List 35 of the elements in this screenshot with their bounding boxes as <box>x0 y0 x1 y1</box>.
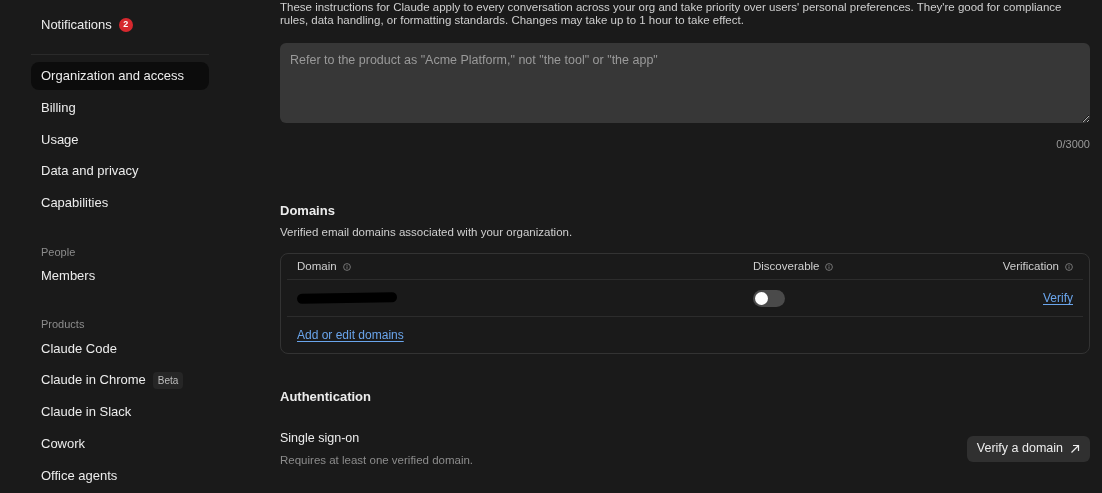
add-domains-link[interactable]: Add or edit domains <box>297 326 404 345</box>
sidebar-item[interactable]: Organization and access <box>31 61 209 90</box>
sidebar-item[interactable]: Claude in Chrome Beta <box>31 365 209 395</box>
info-icon <box>825 262 834 271</box>
section-title: Authentication <box>280 388 372 407</box>
character-counter: 0/3000 <box>1056 137 1090 152</box>
sidebar-item[interactable]: Office agents <box>31 461 209 490</box>
sidebar-item[interactable]: Notifications 2 <box>31 11 209 40</box>
instructions-field[interactable]: Refer to the product as "Acme Platform," not "the tool" or "the app" <box>280 43 1090 123</box>
verify-domain-button[interactable]: Verify a domain <box>966 435 1090 462</box>
section-heading: Products <box>40 317 86 333</box>
sidebar-item[interactable]: Cowork <box>31 429 209 458</box>
sidebar-item[interactable]: Claude in Slack <box>31 397 209 426</box>
count-badge: 2 <box>118 18 133 33</box>
description-text: These instructions for Claude apply to every conversation across your org and take priority over users' personal preferences. They're good for compliance rules, data handling, or formatting standards. Changes may take up to 1 hour to take effect. <box>280 1 1063 27</box>
setting-description: Requires at least one verified domain. <box>280 452 474 468</box>
setting-title: Single sign-on <box>280 429 361 447</box>
sidebar-item[interactable]: Data and privacy <box>31 157 209 186</box>
section-subtitle: Verified email domains associated with your organization. <box>280 225 574 240</box>
sidebar-item[interactable]: Billing <box>31 93 209 122</box>
verify-link[interactable]: Verify <box>1043 289 1073 308</box>
toggle-switch[interactable] <box>753 289 785 307</box>
info-icon <box>342 262 351 271</box>
section-title: Domains <box>280 201 336 220</box>
external-arrow-icon <box>1070 443 1080 454</box>
sidebar-item[interactable]: Usage <box>31 125 209 154</box>
column-header: Domain <box>297 259 337 275</box>
info-icon <box>1065 262 1073 271</box>
sidebar-item[interactable]: Members <box>31 261 209 290</box>
column-header: Verification <box>1002 259 1059 275</box>
sidebar-item[interactable]: Capabilities <box>31 188 209 218</box>
column-header: Discoverable <box>753 259 820 275</box>
beta-tag: Beta <box>152 371 184 389</box>
sidebar-item[interactable]: Claude Code <box>31 334 209 363</box>
section-heading: People <box>40 244 77 260</box>
